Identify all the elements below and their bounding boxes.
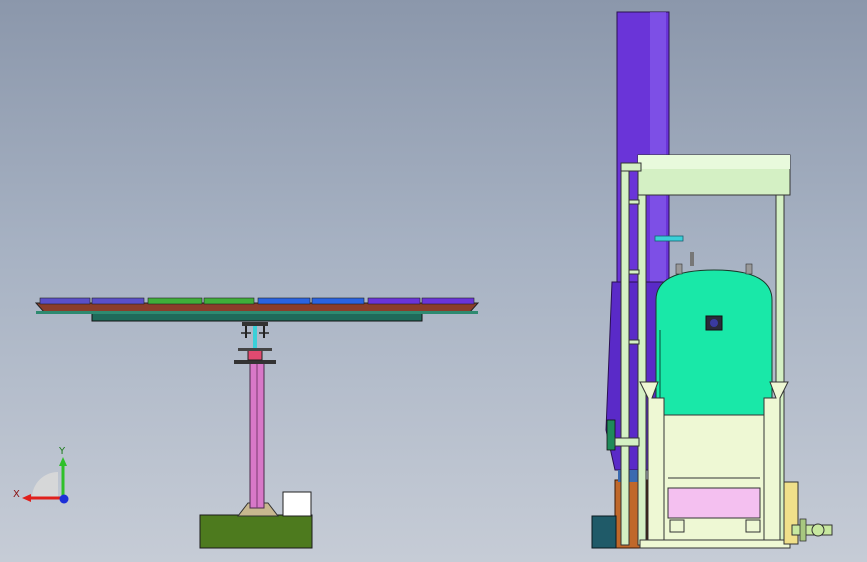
cradle-pink-panel bbox=[667, 487, 761, 519]
heliostat-joint bbox=[247, 349, 263, 361]
cad-model-scene[interactable] bbox=[0, 0, 867, 562]
coordinate-triad: Y X bbox=[13, 446, 69, 504]
frame-side-pipe bbox=[654, 235, 684, 242]
frame-post-left bbox=[637, 194, 647, 546]
tower-side-fitting bbox=[606, 419, 616, 451]
heliostat-pole-cap bbox=[234, 360, 276, 364]
tower-assembly[interactable] bbox=[591, 11, 833, 549]
z-axis-dot bbox=[59, 494, 69, 504]
cradle-base-plate bbox=[639, 539, 791, 549]
receiver-tank bbox=[655, 269, 773, 416]
x-axis-label: X bbox=[13, 489, 20, 500]
tower-base-block bbox=[591, 515, 617, 549]
cradle-wheel-left bbox=[669, 519, 685, 533]
cad-viewport[interactable]: Y X bbox=[0, 0, 867, 562]
heliostat-mirror-frame bbox=[34, 302, 480, 313]
cradle-wheel-right bbox=[745, 519, 761, 533]
heliostat-control-box bbox=[282, 491, 312, 517]
heliostat-base bbox=[199, 514, 313, 549]
heliostat-assembly[interactable] bbox=[34, 297, 480, 549]
frame-post-left-outer bbox=[620, 164, 630, 546]
y-axis-label: Y bbox=[58, 446, 66, 457]
